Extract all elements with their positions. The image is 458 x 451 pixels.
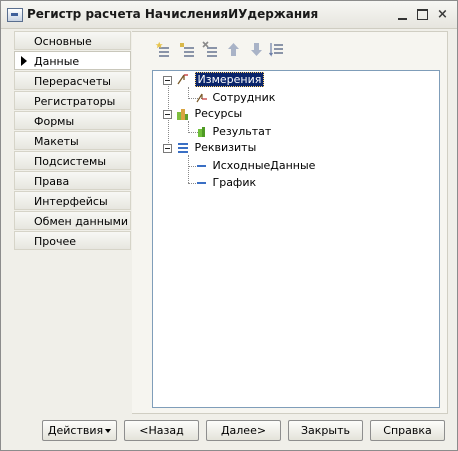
tree-connector [188, 155, 189, 183]
tree-node-dimensions[interactable]: Измерения [175, 72, 265, 88]
resources-icon [177, 109, 188, 120]
tree-node-label: Результат [212, 125, 272, 138]
title-bar: Регистр расчета НачисленияИУдержания × [1, 1, 457, 29]
move-up-icon[interactable] [225, 41, 242, 58]
tree-node-label: Измерения [194, 72, 265, 87]
collapse-toggle[interactable] [163, 110, 172, 119]
dialog-window: Регистр расчета НачисленияИУдержания × О… [0, 0, 458, 451]
tree-node-source-data[interactable]: ИсходныеДанные [195, 158, 315, 174]
tree-node-result[interactable]: Результат [195, 124, 271, 140]
sidebar-item-label: Регистраторы [34, 95, 116, 108]
tree-node-attributes[interactable]: Реквизиты [175, 140, 256, 156]
move-down-icon[interactable] [248, 41, 265, 58]
sidebar-item-label: Данные [34, 55, 80, 68]
sidebar-item-recalculations[interactable]: Перерасчеты [14, 71, 131, 90]
tree-node-schedule[interactable]: График [195, 175, 256, 191]
tree-node-label: График [212, 176, 257, 189]
close-button[interactable]: Закрыть [288, 420, 363, 441]
help-button[interactable]: Справка [370, 420, 445, 441]
current-arrow-icon [21, 56, 27, 66]
delete-icon[interactable] [202, 41, 219, 58]
dimensions-icon [177, 74, 188, 85]
collapse-toggle[interactable] [163, 76, 172, 85]
sidebar: Основные Данные Перерасчеты Регистраторы… [14, 31, 131, 251]
add-child-icon[interactable] [179, 41, 196, 58]
sidebar-item-data-exchange[interactable]: Обмен данными [14, 211, 131, 230]
sidebar-item-label: Макеты [34, 135, 79, 148]
dimension-item-icon [196, 93, 207, 103]
chevron-down-icon [105, 429, 111, 433]
sidebar-item-label: Формы [34, 115, 75, 128]
actions-label: Действия [47, 424, 104, 437]
tree-node-employee[interactable]: Сотрудник [195, 90, 275, 106]
sidebar-item-label: Интерфейсы [34, 195, 108, 208]
attribute-item-icon [197, 165, 206, 167]
sidebar-item-data[interactable]: Данные [14, 51, 131, 70]
sidebar-item-label: Обмен данными [34, 215, 129, 228]
sidebar-item-forms[interactable]: Формы [14, 111, 131, 130]
minimize-button[interactable] [395, 7, 410, 22]
sort-icon[interactable] [269, 41, 286, 58]
sidebar-item-label: Основные [34, 35, 92, 48]
sidebar-item-interfaces[interactable]: Интерфейсы [14, 191, 131, 210]
sidebar-item-label: Подсистемы [34, 155, 107, 168]
sidebar-item-label: Права [34, 175, 70, 188]
sidebar-item-other[interactable]: Прочее [14, 231, 131, 250]
sidebar-item-label: Прочее [34, 235, 77, 248]
maximize-button[interactable] [415, 7, 430, 22]
sidebar-item-templates[interactable]: Макеты [14, 131, 131, 150]
structure-tree[interactable]: Измерения Сотрудник Ресурсы Результат Ре… [152, 70, 440, 408]
sidebar-item-rights[interactable]: Права [14, 171, 131, 190]
next-button[interactable]: Далее> [206, 420, 281, 441]
back-button[interactable]: <Назад [124, 420, 199, 441]
sidebar-item-subsystems[interactable]: Подсистемы [14, 151, 131, 170]
attribute-item-icon [197, 182, 206, 184]
sidebar-item-recorders[interactable]: Регистраторы [14, 91, 131, 110]
actions-dropdown-button[interactable]: Действия [42, 420, 117, 441]
tree-node-resources[interactable]: Ресурсы [175, 106, 242, 122]
sidebar-item-label: Перерасчеты [34, 75, 111, 88]
close-window-button[interactable]: × [435, 7, 450, 22]
window-title: Регистр расчета НачисленияИУдержания [27, 7, 319, 21]
add-icon[interactable] [155, 41, 172, 58]
collapse-toggle[interactable] [163, 144, 172, 153]
resource-item-icon [198, 127, 205, 137]
tree-node-label: Сотрудник [212, 91, 276, 104]
attributes-icon [178, 143, 188, 153]
tree-node-label: ИсходныеДанные [212, 159, 316, 172]
app-icon [7, 8, 23, 22]
tree-node-label: Реквизиты [194, 141, 257, 154]
tree-node-label: Ресурсы [194, 107, 243, 120]
sidebar-item-basic[interactable]: Основные [14, 31, 131, 50]
